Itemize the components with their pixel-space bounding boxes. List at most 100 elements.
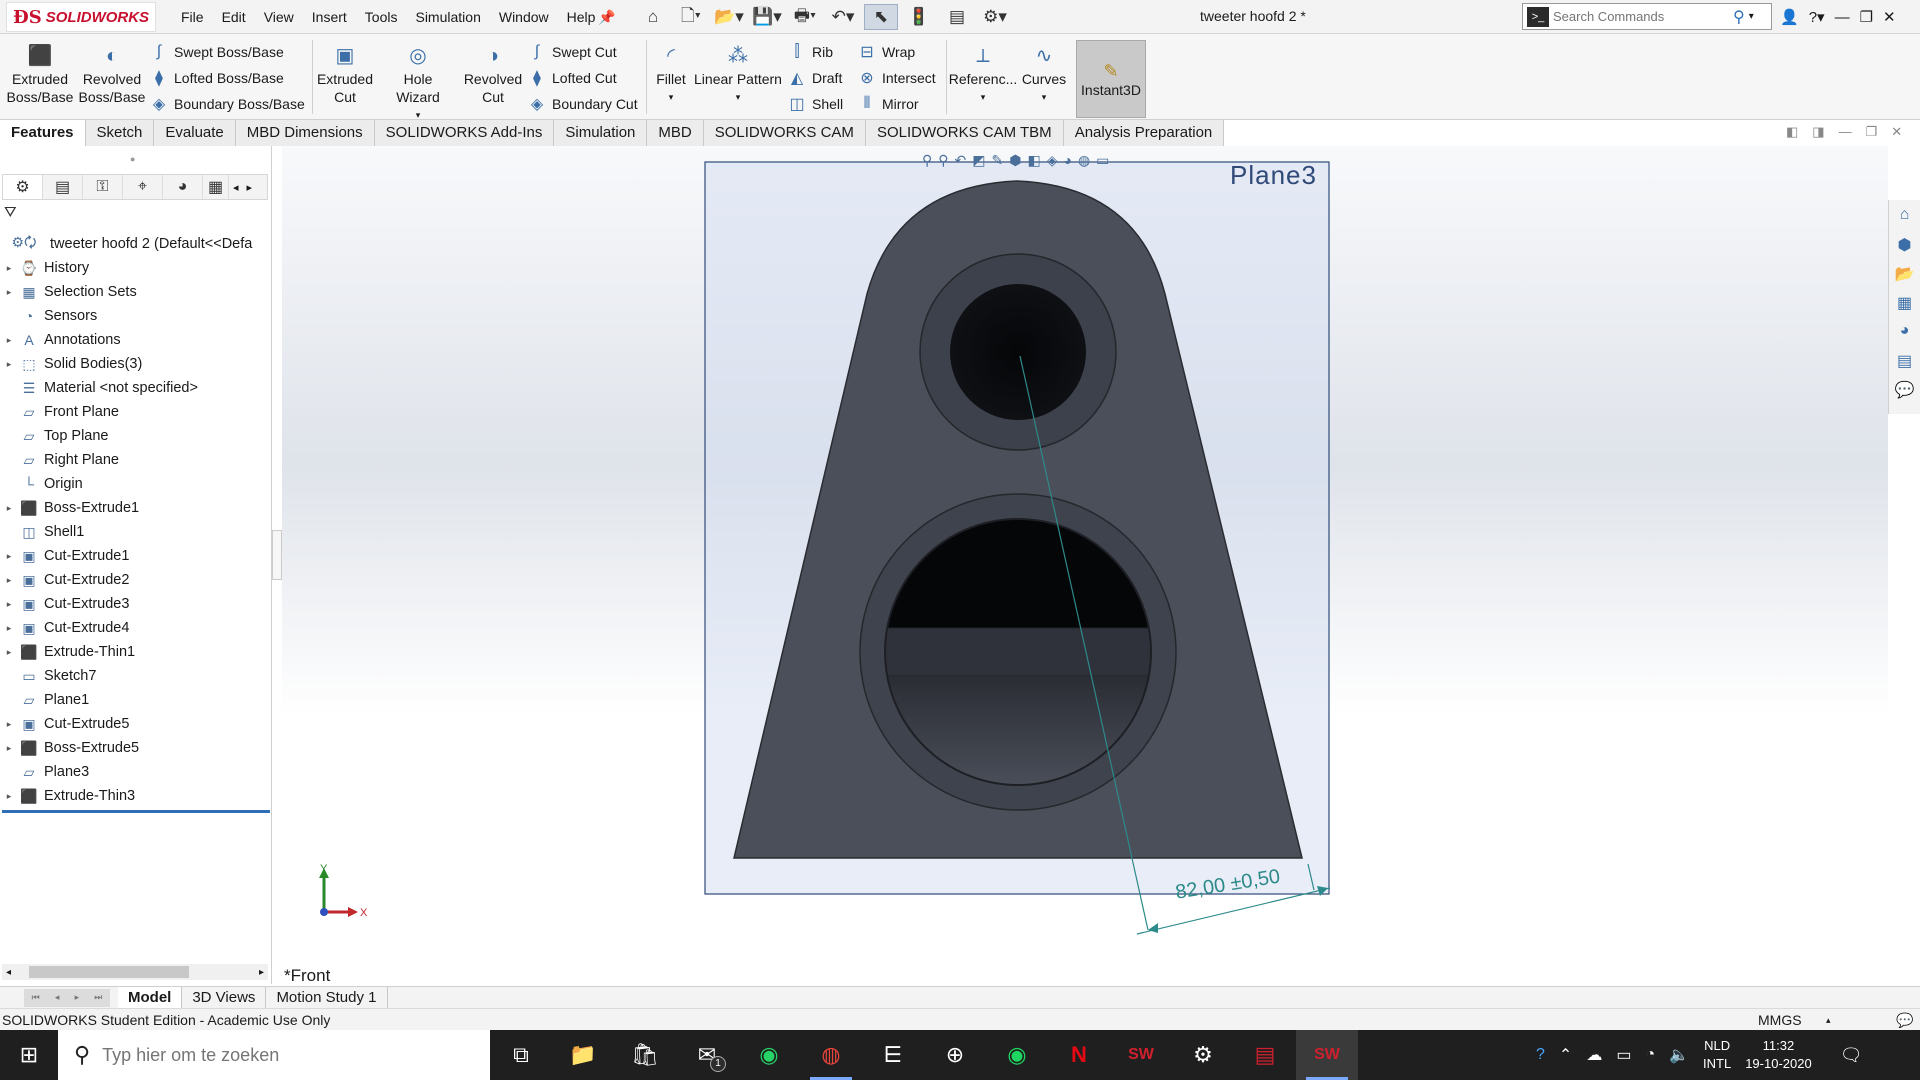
tab-evaluate[interactable]: Evaluate — [154, 120, 236, 146]
extruded-boss-button[interactable]: ⬛ Extruded Boss/Base — [7, 42, 74, 106]
help-icon[interactable]: ?▾ — [1809, 8, 1825, 26]
expand-arrow-icon[interactable]: ▸ — [0, 575, 18, 586]
display-manager-tab-icon[interactable]: ◕ — [163, 175, 203, 199]
boundary-boss-button[interactable]: ◈ Boundary Boss/Base — [150, 92, 305, 116]
onedrive-icon[interactable]: ☁ — [1586, 1045, 1602, 1065]
solidworks-resources-icon[interactable]: ⌂ — [1900, 206, 1910, 226]
menu-insert[interactable]: Insert — [303, 0, 356, 34]
file-explorer-icon[interactable]: 📁 — [552, 1030, 614, 1080]
lofted-cut-button[interactable]: ⧫ Lofted Cut — [528, 66, 617, 90]
tree-item[interactable]: ▱ Front Plane — [0, 400, 272, 424]
save-icon[interactable]: 💾▾ — [750, 4, 784, 30]
home-icon[interactable]: ⌂ — [636, 4, 670, 30]
menu-view[interactable]: View — [255, 0, 303, 34]
tab-model[interactable]: Model — [118, 986, 183, 1009]
lofted-boss-button[interactable]: ⧫ Lofted Boss/Base — [150, 66, 284, 90]
linear-pattern-button[interactable]: ⁂ Linear Pattern ▾ — [692, 42, 784, 106]
tree-item[interactable]: ▱ Right Plane — [0, 448, 272, 472]
tree-item[interactable]: └ Origin — [0, 472, 272, 496]
tabs-scroll-left-icon[interactable]: ◂ — [229, 181, 243, 194]
graphics-area[interactable]: ⚲ ⚲ ↶ ◩ ✎ ⬢ ◧ ◈ ◕ ◍ ▭ Plane3 82,00 ±0,50… — [282, 146, 1888, 984]
scroll-thumb[interactable] — [29, 966, 190, 978]
previous-view-icon[interactable]: ↶ — [955, 152, 967, 169]
expand-arrow-icon[interactable]: ▸ — [0, 503, 18, 514]
expand-arrow-icon[interactable]: ▸ — [0, 743, 18, 754]
search-dropdown-icon[interactable]: ▾ — [1749, 11, 1754, 22]
rib-button[interactable]: ⫿ Rib — [788, 40, 833, 64]
property-manager-tab-icon[interactable]: ▤ — [43, 175, 83, 199]
tree-item[interactable]: ▱ Top Plane — [0, 424, 272, 448]
extruded-cut-button[interactable]: ▣ Extruded Cut — [314, 42, 376, 106]
search-commands-box[interactable]: >_ ⚲ ▾ — [1522, 3, 1772, 30]
design-library-icon[interactable]: ⬢ — [1898, 235, 1912, 255]
forum-icon[interactable]: 💬 — [1895, 380, 1915, 400]
magnifier-icon[interactable]: ⊕ — [924, 1030, 986, 1080]
tree-item[interactable]: ▱ Plane1 — [0, 688, 272, 712]
tab-solidworks-cam[interactable]: SOLIDWORKS CAM — [703, 120, 866, 146]
tree-item[interactable]: ▭ Sketch7 — [0, 664, 272, 688]
input-language[interactable]: NLD INTL — [1703, 1037, 1731, 1073]
new-document-icon[interactable]: 🗋▾ — [674, 4, 708, 30]
hole-wizard-button[interactable]: ◎ Hole Wizard ▾ — [380, 42, 456, 124]
tabs-scroll-right-icon[interactable]: ▸ — [243, 181, 257, 194]
tree-item[interactable]: ▸ ⌚ History — [0, 256, 272, 280]
revolved-boss-button[interactable]: ◐ Revolved Boss/Base — [78, 42, 146, 106]
tab-motion-study-1[interactable]: Motion Study 1 — [266, 986, 388, 1009]
doc-close-icon[interactable]: ✕ — [1891, 124, 1902, 140]
mirror-button[interactable]: ⫴ Mirror — [858, 92, 919, 116]
microsoft-store-icon[interactable]: 🛍 — [614, 1030, 676, 1080]
tree-item[interactable]: ▸ ▣ Cut-Extrude4 — [0, 616, 272, 640]
shell-button[interactable]: ◫ Shell — [788, 92, 843, 116]
status-message-icon[interactable]: 💬 — [1896, 1009, 1913, 1031]
pane-collapse-handle[interactable]: ● — [130, 154, 135, 164]
configuration-manager-tab-icon[interactable]: ⚿ — [83, 175, 123, 199]
menu-window[interactable]: Window — [490, 0, 558, 34]
reference-geometry-button[interactable]: ⟂ Referenc... ▾ — [949, 42, 1017, 106]
expand-arrow-icon[interactable]: ▸ — [0, 623, 18, 634]
swept-cut-button[interactable]: ∫ Swept Cut — [528, 40, 617, 64]
tab-mbd[interactable]: MBD — [647, 120, 704, 146]
tree-root-part[interactable]: ⚙🗘 tweeter hoofd 2 (Default<<Defa — [0, 232, 272, 256]
view-orientation-icon[interactable]: ⬢ — [1009, 152, 1021, 169]
feature-tree-hscrollbar[interactable]: ◂ ▸ — [2, 964, 268, 980]
search-icon[interactable]: ⚲ — [1733, 7, 1745, 27]
view-palette-icon[interactable]: ▦ — [1897, 293, 1912, 313]
solidworks-2019-icon[interactable]: SW — [1110, 1030, 1172, 1080]
help-tray-icon[interactable]: ? — [1536, 1046, 1545, 1064]
tree-item[interactable]: ▸ A Annotations — [0, 328, 272, 352]
tab-3d-views[interactable]: 3D Views — [182, 986, 267, 1009]
expand-arrow-icon[interactable]: ▸ — [0, 335, 18, 346]
select-cursor-icon[interactable]: ⬉ — [864, 4, 898, 30]
close-icon[interactable]: ✕ — [1883, 8, 1896, 26]
reference-dropdown-icon[interactable]: ▾ — [981, 88, 986, 106]
options-gear-icon[interactable]: ⚙▾ — [978, 4, 1012, 30]
user-icon[interactable]: 👤 — [1780, 8, 1799, 26]
next-tab-icon[interactable]: ▸ — [75, 992, 80, 1003]
tree-item[interactable]: ◔ Sensors — [0, 304, 272, 328]
show-hidden-icons-icon[interactable]: ⌃ — [1559, 1045, 1572, 1065]
tab-features[interactable]: Features — [0, 120, 86, 146]
cam-manager-tab-icon[interactable]: ▦ — [203, 175, 229, 199]
restore-icon[interactable]: ❐ — [1860, 8, 1873, 26]
fillet-button[interactable]: ◜ Fillet ▾ — [652, 42, 690, 106]
apply-scene-icon[interactable]: ◍ — [1078, 152, 1090, 169]
filter-icon[interactable]: ⛛ — [4, 204, 17, 221]
solidworks-running-icon[interactable]: SW — [1296, 1030, 1358, 1080]
tree-item[interactable]: ▸ ▦ Selection Sets — [0, 280, 272, 304]
netflix-icon[interactable]: N — [1048, 1030, 1110, 1080]
print-icon[interactable]: 🖶▾ — [788, 4, 822, 30]
model-viewport[interactable] — [282, 146, 1888, 984]
expand-arrow-icon[interactable]: ▸ — [0, 263, 18, 274]
open-folder-icon[interactable]: 📂▾ — [712, 4, 746, 30]
zoom-to-area-icon[interactable]: ⚲ — [938, 152, 948, 169]
scroll-right-icon[interactable]: ▸ — [259, 967, 264, 978]
revolved-cut-button[interactable]: ◑ Revolved Cut — [460, 42, 526, 106]
tree-item[interactable]: ▸ ▣ Cut-Extrude1 — [0, 544, 272, 568]
intersect-button[interactable]: ⊗ Intersect — [858, 66, 935, 90]
wrap-button[interactable]: ⊟ Wrap — [858, 40, 915, 64]
tree-item[interactable]: ☰ Material <not specified> — [0, 376, 272, 400]
undo-icon[interactable]: ↶▾ — [826, 4, 860, 30]
display-style-icon[interactable]: ◧ — [1027, 152, 1040, 169]
file-explorer-icon[interactable]: 📂 — [1895, 264, 1915, 284]
wifi-icon[interactable]: ◔ — [1645, 1046, 1655, 1064]
